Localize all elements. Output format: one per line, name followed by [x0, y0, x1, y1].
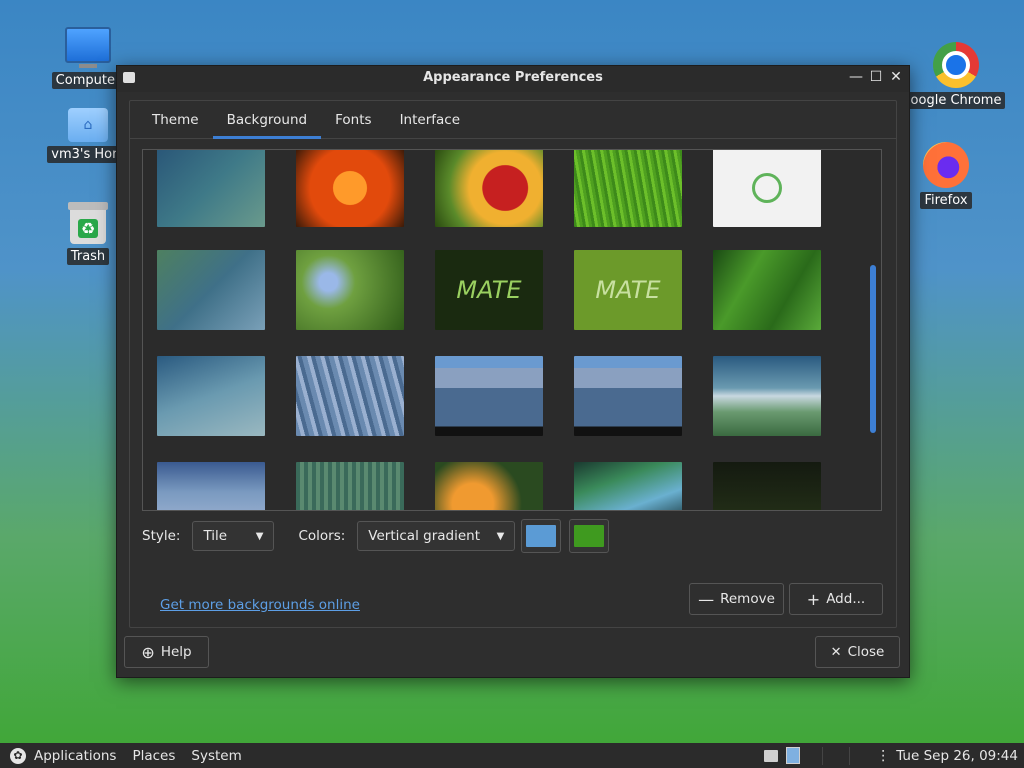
appearance-preferences-window: Appearance Preferences — ☐ ✕ Theme Backg… — [116, 65, 910, 678]
tab-bar: Theme Background Fonts Interface — [130, 101, 896, 139]
wallpaper-thumbnail[interactable] — [296, 250, 404, 330]
panel-separator — [849, 746, 851, 765]
mate-foot-icon: ✿ — [10, 747, 26, 764]
add-label: Add... — [826, 591, 866, 607]
wallpaper-thumbnail[interactable] — [157, 462, 265, 510]
wallpaper-thumbnail[interactable] — [435, 150, 543, 227]
colors-dropdown[interactable]: Vertical gradient ▼ — [357, 521, 516, 551]
minimize-button[interactable]: — — [849, 69, 863, 85]
wallpaper-thumbnail[interactable]: MATE — [435, 250, 543, 330]
clock[interactable]: Tue Sep 26, 09:44 — [896, 748, 1018, 764]
style-label: Style: — [142, 528, 181, 544]
style-dropdown[interactable]: Tile ▼ — [192, 521, 275, 551]
wallpaper-thumbnail[interactable] — [296, 356, 404, 436]
secondary-color-button[interactable] — [569, 519, 610, 553]
wallpaper-thumbnail[interactable] — [574, 150, 682, 227]
wallpaper-thumbnail[interactable] — [157, 356, 265, 436]
help-label: Help — [160, 644, 192, 660]
panel-separator — [822, 746, 824, 765]
close-label: Close — [847, 644, 885, 660]
wallpaper-thumbnail[interactable] — [296, 150, 404, 227]
maximize-button[interactable]: ☐ — [869, 69, 883, 85]
primary-color-swatch — [526, 525, 557, 547]
tab-background[interactable]: Background — [212, 112, 322, 139]
bottom-panel: ✿ Applications Places System ⋮ Tue Sep 2… — [0, 743, 1024, 768]
trash-icon: ♻ — [68, 202, 108, 244]
wallpaper-thumbnail[interactable] — [713, 250, 821, 330]
wallpaper-thumbnail[interactable] — [157, 150, 265, 227]
desktop-icon-firefox[interactable]: Firefox — [901, 142, 991, 209]
close-window-button[interactable]: ✕ — [889, 69, 903, 85]
desktop-icon-label: oogle Chrome — [906, 92, 1006, 109]
home-folder-icon: ⌂ — [68, 108, 108, 142]
wallpaper-thumbnail[interactable] — [574, 462, 682, 510]
window-title: Appearance Preferences — [423, 70, 603, 85]
wallpaper-thumbnail[interactable]: MATE — [574, 250, 682, 330]
grid-scrollbar[interactable] — [870, 265, 876, 433]
notebook: Theme Background Fonts Interface MATE MA… — [129, 100, 897, 628]
chevron-down-icon: ▼ — [255, 530, 264, 542]
show-desktop-icon[interactable] — [764, 749, 779, 762]
plus-icon: + — [806, 589, 821, 609]
wallpaper-grid[interactable]: MATE MATE — [142, 149, 882, 511]
primary-color-button[interactable] — [521, 519, 562, 553]
desktop-icon-chrome[interactable]: oogle Chrome — [901, 42, 1011, 109]
close-button[interactable]: ✕ Close — [815, 636, 900, 668]
tab-fonts[interactable]: Fonts — [321, 112, 385, 138]
remove-label: Remove — [720, 591, 775, 607]
desktop-icon-label: Trash — [66, 248, 110, 265]
help-button[interactable]: ⊕ Help — [124, 636, 209, 668]
help-lifebuoy-icon: ⊕ — [141, 642, 155, 662]
desktop-icon-label: Computer — [51, 72, 125, 89]
style-value: Tile — [203, 528, 228, 544]
tray-handle-icon: ⋮ — [876, 747, 891, 764]
background-controls: Style: Tile ▼ Colors: Vertical gradient … — [142, 519, 610, 553]
mate-logo-text: MATE — [456, 276, 522, 304]
get-more-backgrounds-link[interactable]: Get more backgrounds online — [160, 597, 360, 613]
wallpaper-thumbnail[interactable] — [713, 462, 821, 510]
tab-theme[interactable]: Theme — [138, 112, 213, 138]
chevron-down-icon: ▼ — [496, 530, 505, 542]
wallpaper-thumbnail[interactable] — [435, 462, 543, 510]
wallpaper-thumbnail[interactable] — [296, 462, 404, 510]
computer-icon — [65, 27, 111, 63]
remove-button[interactable]: — Remove — [689, 583, 784, 615]
mate-logo-text: MATE — [595, 276, 661, 304]
wallpaper-thumbnail[interactable] — [713, 150, 821, 227]
titlebar[interactable]: Appearance Preferences — ☐ ✕ — [117, 66, 909, 92]
applications-menu[interactable]: Applications — [34, 748, 116, 764]
wallpaper-thumbnail[interactable] — [574, 356, 682, 436]
wallpaper-thumbnail[interactable] — [157, 250, 265, 330]
tab-interface[interactable]: Interface — [386, 112, 474, 138]
wallpaper-thumbnail[interactable] — [713, 356, 821, 436]
add-button[interactable]: + Add... — [789, 583, 883, 615]
system-menu[interactable]: System — [191, 748, 241, 764]
colors-value: Vertical gradient — [368, 528, 480, 544]
secondary-color-swatch — [574, 525, 605, 547]
system-tray: ⋮ Tue Sep 26, 09:44 — [764, 743, 1024, 768]
chrome-icon — [933, 42, 979, 88]
workspace-switcher-icon[interactable] — [786, 747, 801, 764]
desktop-icon-label: Firefox — [920, 192, 972, 209]
places-menu[interactable]: Places — [132, 748, 175, 764]
colors-label: Colors: — [298, 528, 346, 544]
wallpaper-thumbnail[interactable] — [435, 356, 543, 436]
minus-icon: — — [698, 589, 715, 609]
close-icon: ✕ — [830, 644, 842, 660]
mate-logo-icon — [752, 173, 782, 203]
monitor-stand — [79, 64, 97, 68]
firefox-icon — [923, 142, 969, 188]
